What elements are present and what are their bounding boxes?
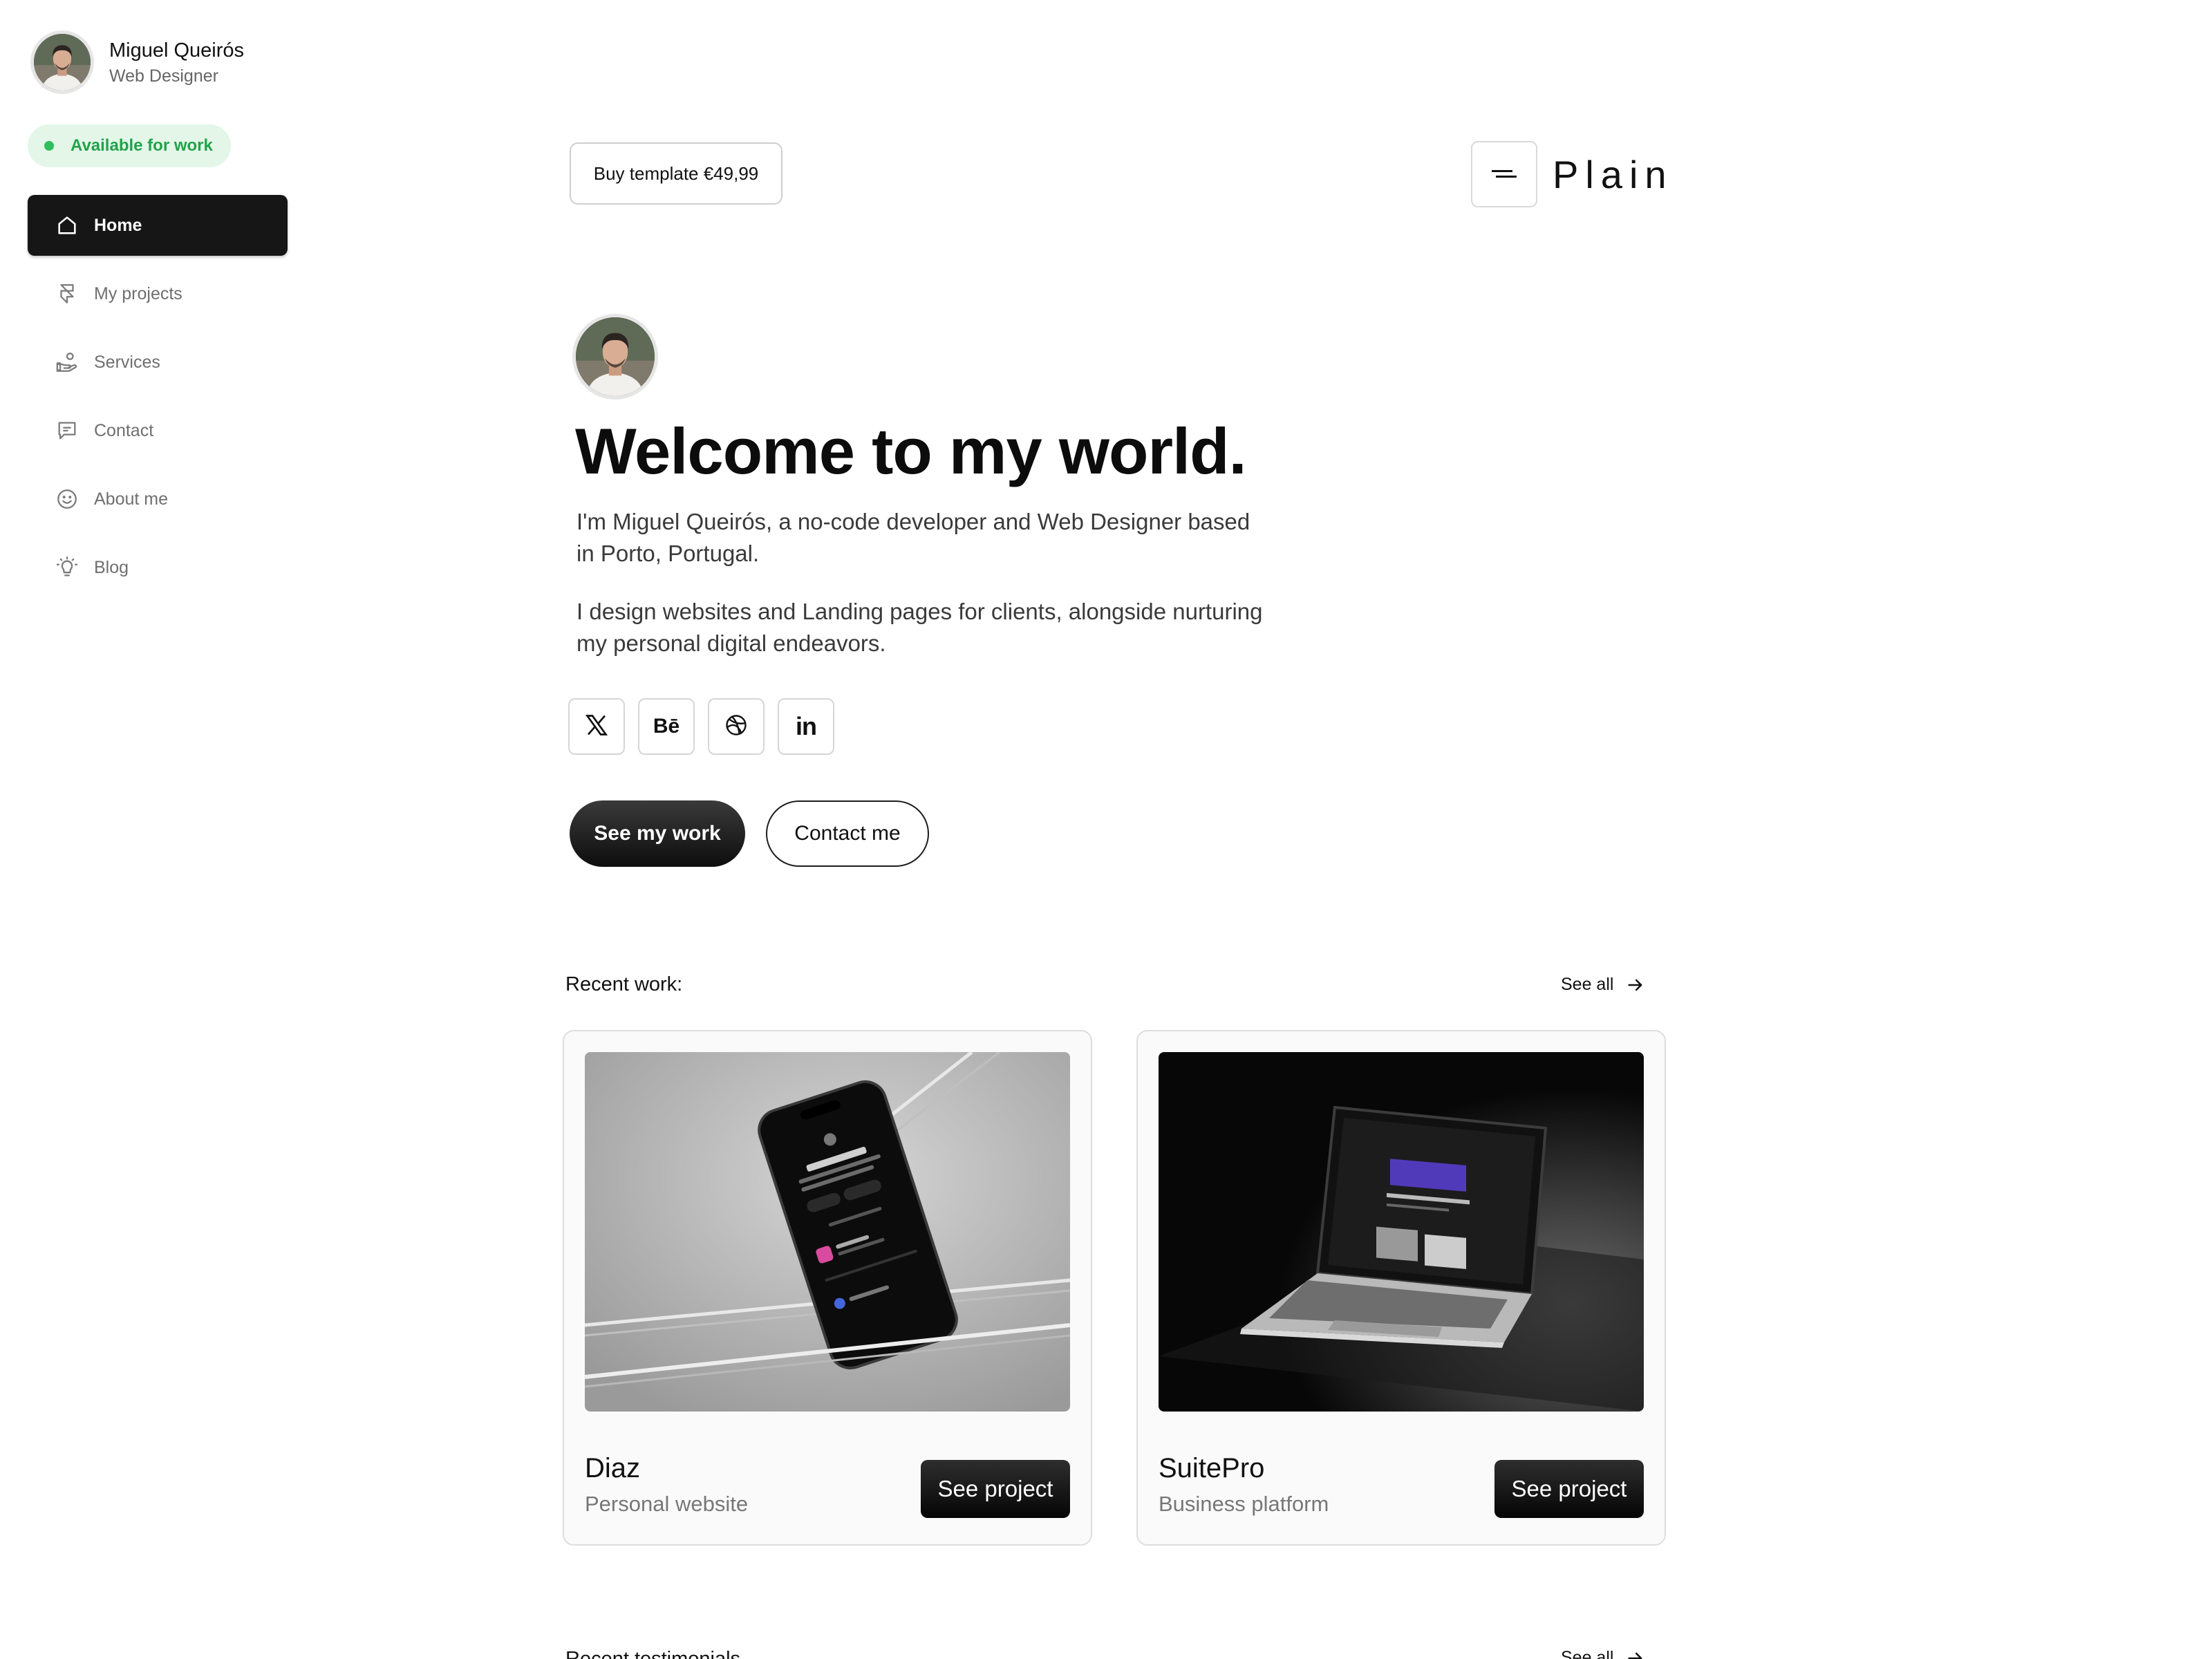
project-image-laptop-mockup (1159, 1052, 1644, 1412)
menu-lines-icon (1471, 141, 1537, 207)
recent-work-label: Recent work: (565, 973, 683, 995)
smile-icon (55, 487, 79, 511)
sidebar-nav: Home My projects Services Contact About … (28, 195, 288, 606)
logo-text: Plain (1553, 152, 1674, 196)
dribbble-link[interactable] (708, 698, 765, 755)
social-links: Bē in (568, 698, 847, 755)
availability-label: Available for work (71, 136, 213, 155)
behance-link[interactable]: Bē (638, 698, 695, 755)
availability-badge: Available for work (28, 124, 231, 167)
hero-description: I design websites and Landing pages for … (577, 599, 1263, 656)
recent-testimonials-label: Recent testimonials (565, 1648, 741, 1659)
profile-name: Miguel Queirós (109, 39, 245, 62)
x-link[interactable] (568, 698, 625, 755)
dribbble-icon (724, 713, 749, 741)
sidebar: Miguel Queirós Web Designer Available fo… (0, 0, 304, 1659)
sidebar-item-label: Home (94, 215, 142, 235)
profile-role: Web Designer (109, 66, 218, 86)
buy-template-button[interactable]: Buy template €49,99 (570, 142, 782, 205)
sidebar-item-label: Contact (94, 420, 154, 440)
see-project-button[interactable]: See project (1494, 1460, 1644, 1518)
see-all-work-link[interactable]: See all (1561, 975, 1645, 995)
framer-icon (55, 282, 79, 306)
message-icon (55, 419, 79, 442)
sidebar-item-contact[interactable]: Contact (28, 400, 288, 461)
sidebar-item-blog[interactable]: Blog (28, 537, 288, 598)
linkedin-link[interactable]: in (778, 698, 834, 755)
contact-me-button[interactable]: Contact me (766, 800, 929, 867)
lightbulb-icon (55, 556, 79, 579)
see-all-label: See all (1561, 975, 1614, 994)
sidebar-item-label: My projects (94, 283, 182, 303)
sidebar-item-label: Blog (94, 557, 129, 577)
linkedin-icon: in (796, 712, 817, 740)
home-icon (55, 214, 79, 237)
arrow-right-icon (1628, 979, 1642, 991)
project-image-phone-mockup (585, 1052, 1070, 1412)
project-card-suitepro[interactable]: SuitePro Business platform See project (1136, 1030, 1666, 1546)
sidebar-item-services[interactable]: Services (28, 332, 288, 393)
logo[interactable]: Plain (1471, 141, 1674, 207)
project-subtitle: Personal website (585, 1492, 749, 1516)
see-all-label: See all (1561, 1648, 1614, 1659)
see-my-work-button[interactable]: See my work (570, 800, 745, 867)
arrow-right-icon (1628, 1652, 1642, 1659)
sidebar-item-label: Services (94, 352, 160, 372)
sidebar-item-label: About me (94, 489, 169, 509)
see-project-button[interactable]: See project (921, 1460, 1070, 1518)
hand-coins-icon (55, 350, 79, 374)
sidebar-item-my-projects[interactable]: My projects (28, 263, 288, 324)
see-all-testimonials-link[interactable]: See all (1561, 1648, 1645, 1659)
hero-avatar (572, 314, 658, 400)
page-title: Welcome to my world. (575, 415, 1247, 487)
sidebar-item-home[interactable]: Home (28, 195, 288, 256)
behance-icon: Bē (653, 715, 680, 738)
project-title: SuitePro (1159, 1453, 1265, 1483)
hero-intro: I'm Miguel Queirós, a no-code developer … (577, 509, 1250, 566)
sidebar-item-about-me[interactable]: About me (28, 469, 288, 529)
profile[interactable]: Miguel Queirós Web Designer (30, 30, 244, 94)
x-icon (584, 713, 609, 741)
project-card-diaz[interactable]: Diaz Personal website See project (563, 1030, 1092, 1546)
project-subtitle: Business platform (1159, 1492, 1329, 1516)
avatar (30, 30, 94, 94)
status-dot-icon (44, 141, 54, 151)
project-title: Diaz (585, 1453, 641, 1483)
